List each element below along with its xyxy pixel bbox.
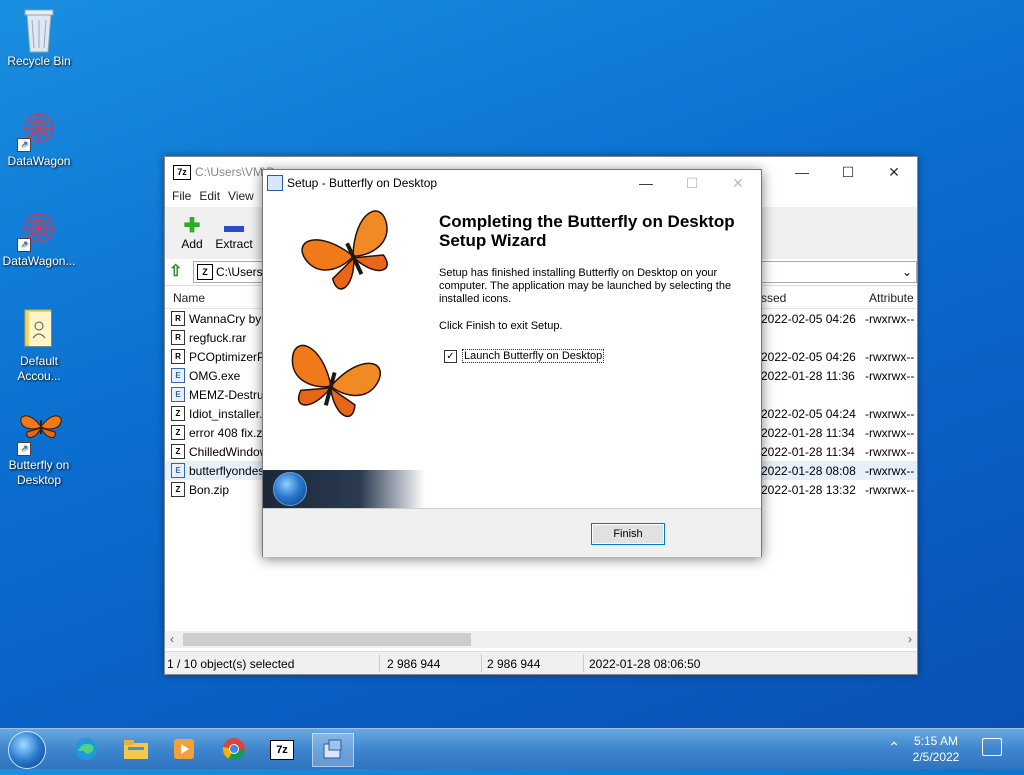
setup-icon — [267, 175, 283, 191]
zip-file-icon: Z — [171, 482, 185, 497]
edge-icon[interactable] — [66, 733, 106, 765]
column-attributes[interactable]: Attribute — [869, 291, 914, 305]
setup-icon[interactable] — [312, 733, 354, 767]
exe-file-icon: E — [171, 368, 185, 383]
minus-icon: ▬ — [224, 215, 244, 237]
maximize-button[interactable]: ☐ — [825, 157, 871, 187]
folder-icon — [17, 306, 61, 350]
setup-titlebar[interactable]: Setup - Butterfly on Desktop — ☐ ✕ — [263, 170, 761, 196]
windows-logo-icon — [273, 472, 307, 506]
checkbox-checked-icon[interactable]: ✓ — [444, 349, 457, 363]
status-size: 2 986 944 — [387, 657, 441, 671]
setup-dialog: Setup - Butterfly on Desktop — ☐ ✕ Compl… — [262, 169, 762, 557]
status-date: 2022-01-28 08:06:50 — [589, 657, 701, 671]
scrollbar-thumb[interactable] — [183, 633, 471, 646]
maximize-button: ☐ — [685, 175, 699, 191]
wizard-image — [263, 196, 425, 508]
horizontal-scrollbar[interactable]: ‹ › — [165, 631, 917, 648]
desktop-icon-datawagon[interactable]: ↗ DataWagon — [1, 106, 77, 169]
butterfly-image-icon — [291, 210, 388, 417]
chevron-up-icon[interactable]: ⌃ — [888, 739, 900, 756]
recycle-bin-icon — [17, 6, 61, 53]
menu-edit[interactable]: Edit — [195, 187, 224, 207]
media-player-icon[interactable] — [164, 733, 204, 765]
7zip-app-icon: 7z — [173, 165, 191, 180]
wizard-banner — [263, 470, 425, 508]
up-folder-icon[interactable]: ⇧ — [169, 263, 187, 281]
status-packed-size: 2 986 944 — [487, 657, 541, 671]
chrome-icon[interactable] — [214, 733, 254, 765]
extract-button[interactable]: ▬ Extract — [213, 215, 255, 251]
wizard-heading: Completing the Butterfly on Desktop Setu… — [439, 212, 735, 250]
scroll-right-icon[interactable]: › — [908, 632, 912, 646]
add-button[interactable]: ✚ Add — [171, 215, 213, 251]
plus-icon: ✚ — [183, 215, 201, 237]
column-accessed[interactable]: ssed — [761, 291, 786, 305]
datawagon-icon: ↗ — [17, 206, 61, 252]
rar-file-icon: R — [171, 330, 185, 345]
chevron-down-icon[interactable]: ⌄ — [902, 262, 912, 282]
launch-checkbox-label[interactable]: Launch Butterfly on Desktop — [462, 349, 605, 363]
desktop-icon-datawagon-2[interactable]: ↗ DataWagon... — [1, 206, 77, 269]
datawagon-icon: ↗ — [17, 106, 61, 152]
wizard-message: Setup has finished installing Butterfly … — [439, 267, 732, 305]
wizard-instruction: Click Finish to exit Setup. — [439, 320, 563, 332]
shortcut-arrow-icon: ↗ — [17, 238, 31, 252]
desktop-icon-recycle-bin[interactable]: Recycle Bin — [1, 6, 77, 69]
notification-icon[interactable] — [982, 738, 1002, 756]
start-button[interactable] — [8, 731, 46, 769]
folder-icon[interactable] — [116, 733, 156, 765]
system-clock[interactable]: 5:15 AM 2/5/2022 — [906, 733, 966, 765]
setup-title: Setup - Butterfly on Desktop — [287, 176, 438, 190]
taskbar: 7z ⌃ 5:15 AM 2/5/2022 — [0, 728, 1024, 769]
butterfly-icon: ↗ — [17, 410, 62, 456]
zip-file-icon: Z — [171, 444, 185, 459]
7zip-icon[interactable]: 7z — [262, 733, 302, 765]
status-bar: 1 / 10 object(s) selected 2 986 944 2 98… — [165, 651, 917, 674]
rar-file-icon: R — [171, 349, 185, 364]
archive-icon: Z — [197, 264, 213, 280]
desktop-icon-default-account[interactable]: Default Accou... — [1, 306, 77, 384]
wizard-button-bar: Finish — [263, 508, 761, 557]
menu-file[interactable]: File — [168, 187, 195, 207]
status-selected: 1 / 10 object(s) selected — [167, 657, 295, 671]
column-name[interactable]: Name — [173, 291, 205, 305]
finish-button[interactable]: Finish — [591, 523, 665, 545]
menu-view[interactable]: View — [224, 187, 258, 207]
shortcut-arrow-icon: ↗ — [17, 138, 31, 152]
desktop-icon-butterfly[interactable]: ↗ Butterfly on Desktop — [1, 410, 77, 488]
zip-file-icon: Z — [171, 425, 185, 440]
minimize-button[interactable]: — — [779, 157, 825, 187]
exe-file-icon: E — [171, 387, 185, 402]
zip-file-icon: Z — [171, 406, 185, 421]
scroll-left-icon[interactable]: ‹ — [170, 632, 174, 646]
close-button: ✕ — [732, 175, 744, 191]
close-button[interactable]: ✕ — [871, 157, 917, 187]
shortcut-arrow-icon: ↗ — [17, 442, 31, 456]
rar-file-icon: R — [171, 311, 185, 326]
minimize-button[interactable]: — — [623, 170, 669, 196]
exe-file-icon: E — [171, 463, 185, 478]
launch-checkbox[interactable]: ✓ Launch Butterfly on Desktop — [444, 349, 605, 363]
